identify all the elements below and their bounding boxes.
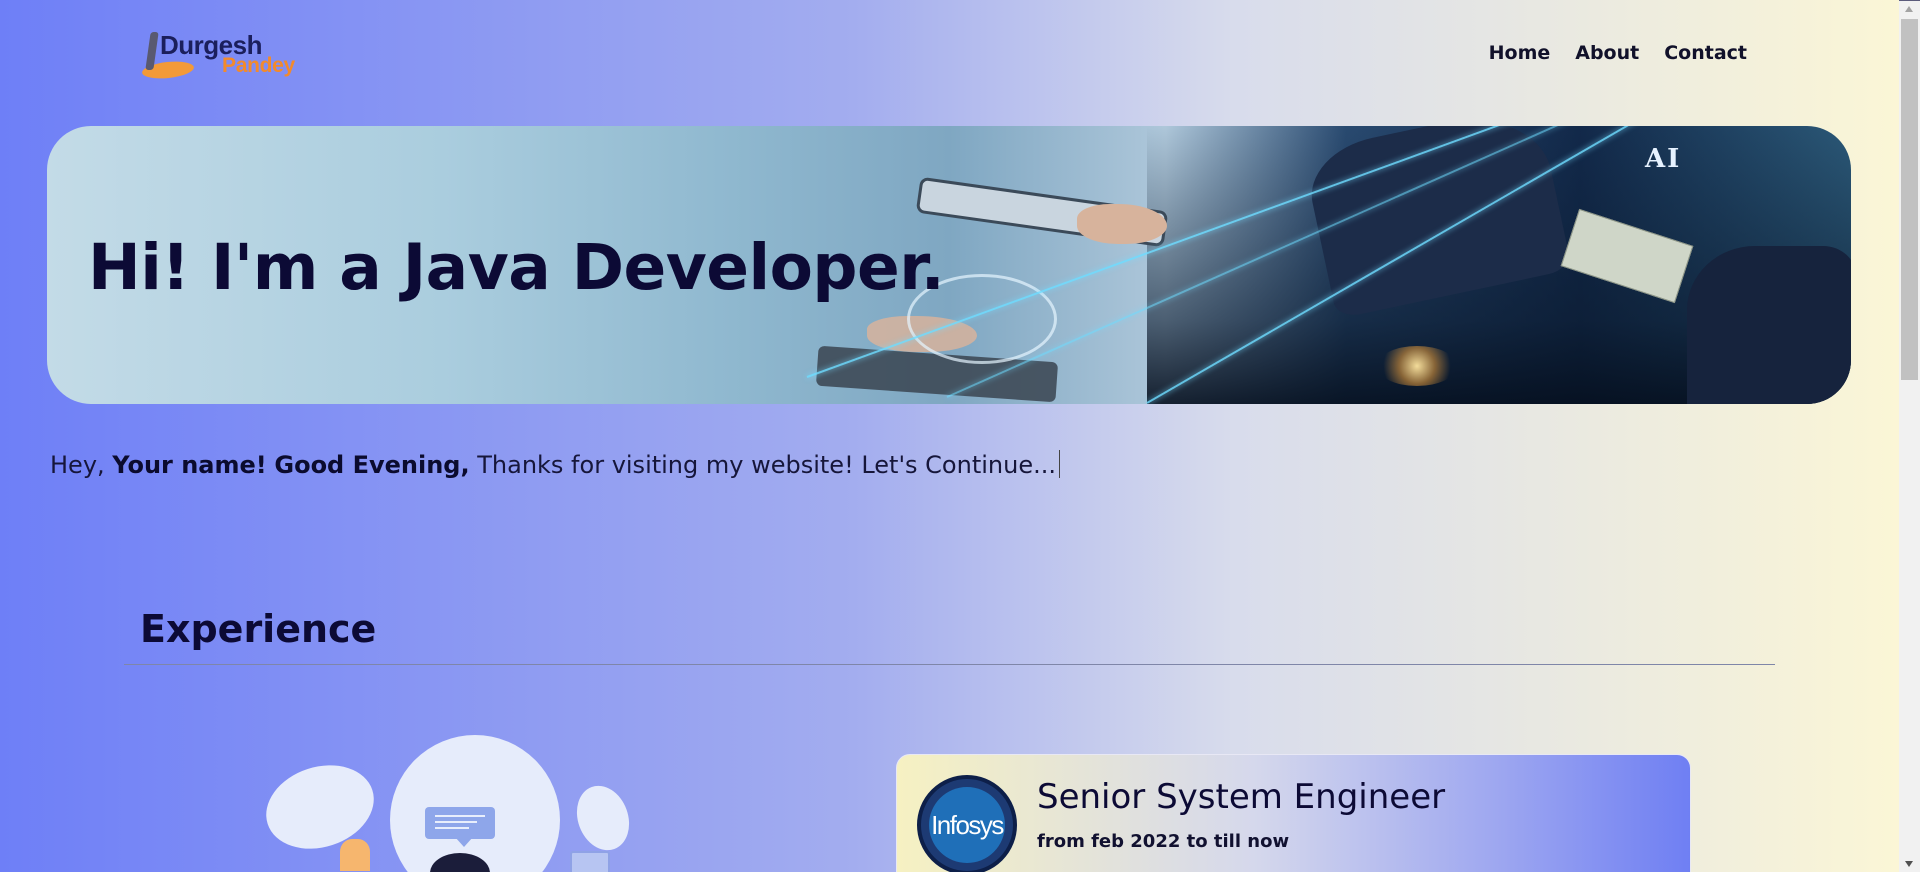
- illustration-blob-right: [568, 778, 638, 858]
- experience-card: Infosys Senior System Engineer from feb …: [896, 754, 1691, 872]
- greeting-salutation: Good Evening,: [274, 451, 470, 479]
- scroll-up-arrow-icon[interactable]: [1905, 6, 1913, 12]
- nav-link-about[interactable]: About: [1575, 42, 1639, 64]
- hero-hand-image: [1077, 204, 1167, 244]
- experience-role: Senior System Engineer: [1037, 777, 1446, 817]
- greeting-prefix: Hey,: [50, 451, 113, 479]
- vertical-scrollbar[interactable]: [1899, 1, 1920, 872]
- scroll-down-arrow-icon[interactable]: [1905, 861, 1913, 867]
- typing-cursor: [1058, 450, 1060, 478]
- nav-link-contact[interactable]: Contact: [1664, 42, 1747, 64]
- hero-ai-text: AI: [1645, 144, 1682, 174]
- experience-heading: Experience: [140, 607, 377, 651]
- page: Durgesh Pandey Home About Contact AI Hi!…: [0, 0, 1899, 872]
- company-logo-text: Infosys: [931, 809, 1004, 840]
- main-nav: Home About Contact: [1489, 42, 1747, 64]
- experience-period: from feb 2022 to till now: [1037, 831, 1290, 852]
- hero-businessman-figure-2: [1687, 246, 1851, 404]
- illustration-blob-center: [390, 735, 560, 872]
- company-logo: Infosys: [917, 775, 1017, 872]
- company-logo-inner: Infosys: [929, 787, 1005, 863]
- hero-banner: AI Hi! I'm a Java Developer.: [47, 126, 1851, 404]
- chat-bubble-icon: [425, 807, 495, 839]
- section-divider: [124, 664, 1775, 665]
- greeting-name: Your name!: [112, 451, 267, 479]
- greeting-text: Hey, Your name! Good Evening, Thanks for…: [50, 450, 1060, 479]
- greeting-message: Thanks for visiting my website! Let's Co…: [469, 451, 1056, 479]
- logo-name-last: Pandey: [222, 54, 295, 77]
- chat-bubble-tail-icon: [455, 837, 473, 847]
- scrollbar-thumb[interactable]: [1901, 19, 1918, 380]
- site-logo[interactable]: Durgesh Pandey: [141, 28, 302, 84]
- hero-title: Hi! I'm a Java Developer.: [88, 231, 945, 304]
- hero-light-glow: [1377, 346, 1457, 386]
- envelope-icon: [570, 851, 610, 872]
- illustration-orange-shape: [340, 839, 370, 871]
- nav-link-home[interactable]: Home: [1489, 42, 1551, 64]
- experience-illustration: [255, 735, 645, 872]
